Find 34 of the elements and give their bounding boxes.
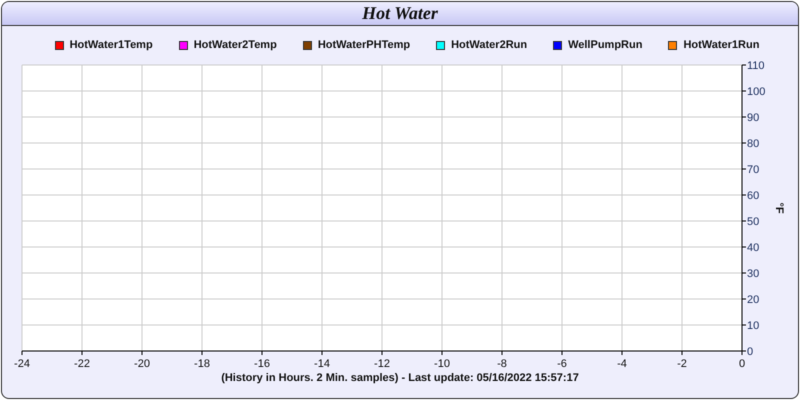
- x-tick-label: -4: [617, 358, 627, 368]
- y-tick-label: 50: [747, 216, 760, 228]
- y-tick-label: 10: [747, 320, 760, 332]
- x-tick-label: -14: [314, 358, 330, 368]
- x-tick-label: -22: [74, 358, 90, 368]
- x-tick-label: -18: [194, 358, 210, 368]
- legend-label: HotWater1Temp: [70, 38, 153, 53]
- x-tick-label: -8: [497, 358, 507, 368]
- legend-label: HotWater1Run: [683, 38, 760, 53]
- y-tick-label: 40: [747, 242, 760, 254]
- y-tick-label: 30: [747, 268, 760, 280]
- y-tick-label: 100: [747, 86, 766, 98]
- x-tick-label: -16: [254, 358, 270, 368]
- y-tick-label: 70: [747, 164, 760, 176]
- y-tick-label: 60: [747, 190, 760, 202]
- y-tick-label: 80: [747, 138, 760, 150]
- x-tick-label: -6: [557, 358, 567, 368]
- x-tick-label: -12: [374, 358, 390, 368]
- x-tick-label: -2: [677, 358, 687, 368]
- legend-label: HotWater2Run: [451, 38, 528, 53]
- x-tick-label: 0: [738, 358, 746, 368]
- y-axis-title: °F: [773, 202, 785, 214]
- legend-label: HotWaterPHTemp: [318, 38, 410, 53]
- x-tick-label: -20: [134, 358, 150, 368]
- x-tick-label: -24: [14, 358, 30, 368]
- y-tick-label: 90: [747, 112, 760, 124]
- y-tick-label: 20: [747, 294, 760, 306]
- x-axis-title: (History in Hours. 2 Min. samples) - Last update: 05/16/2022 15:57:17: [221, 371, 579, 386]
- legend-label: WellPumpRun: [568, 38, 642, 53]
- legend-label: HotWater2Temp: [194, 38, 277, 53]
- y-tick-label: 0: [747, 346, 754, 358]
- window-title: Hot Water: [362, 2, 438, 25]
- y-tick-label: 110: [747, 60, 765, 72]
- x-tick-label: -10: [434, 358, 450, 368]
